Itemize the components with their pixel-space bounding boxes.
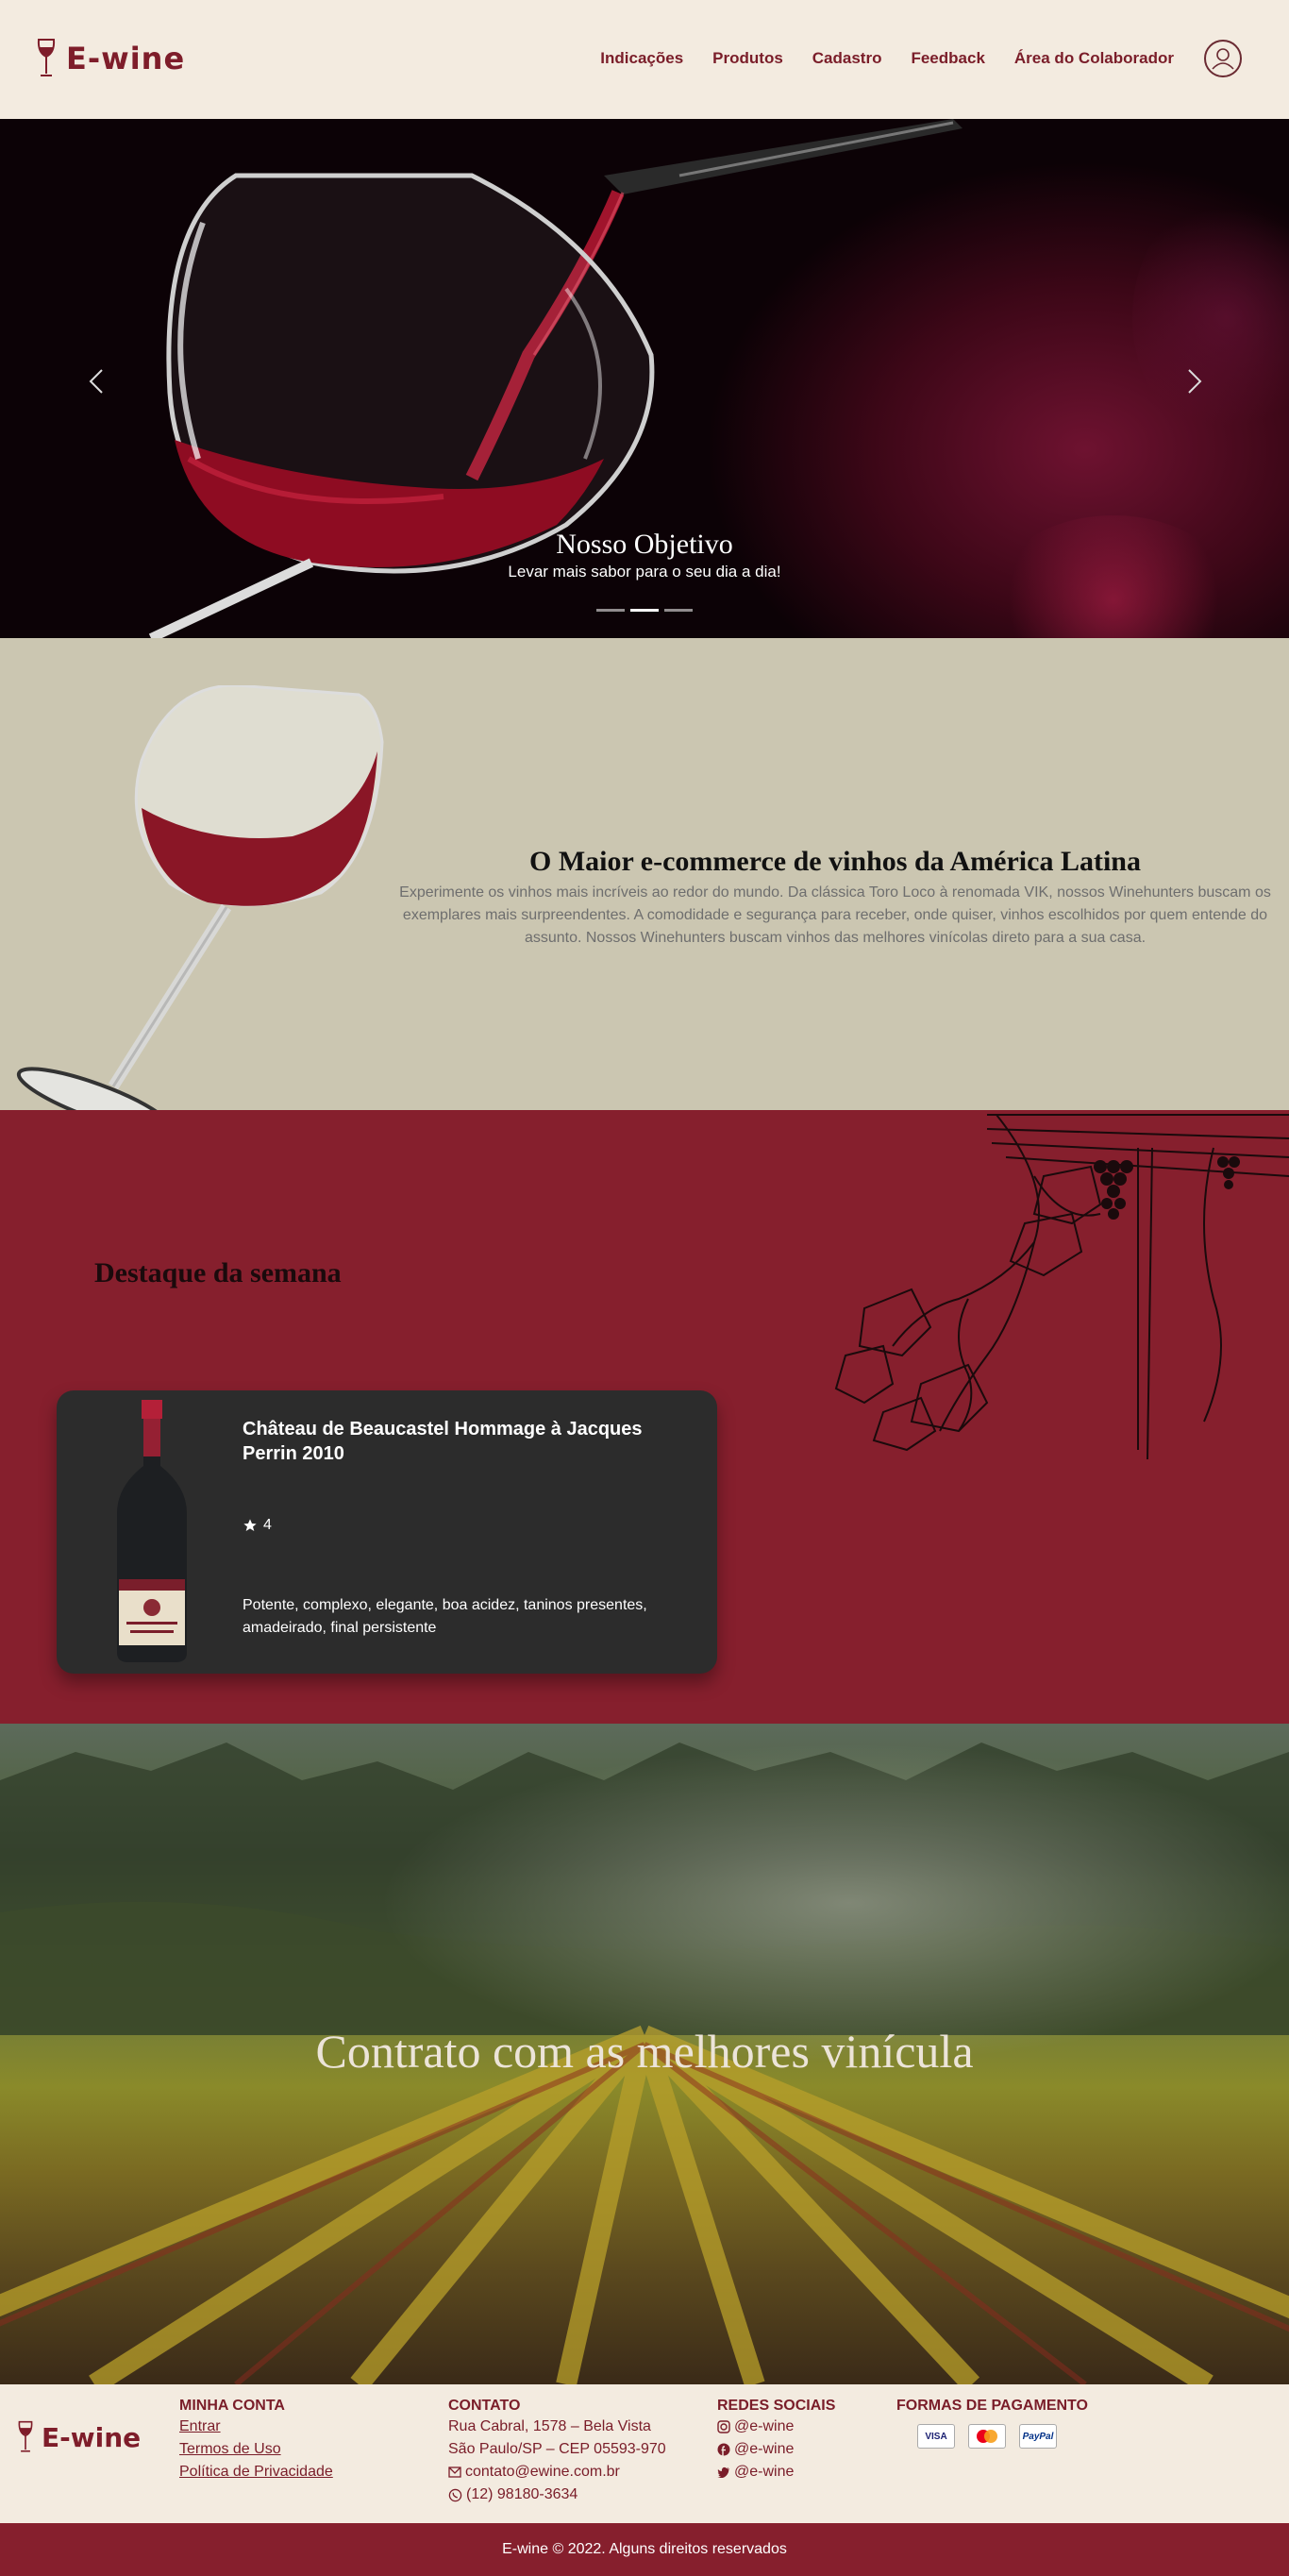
product-rating: 4 [243,1517,272,1534]
product-description: Potente, complexo, elegante, boa acidez,… [243,1597,647,1636]
nav-link-produtos[interactable]: Produtos [712,49,783,68]
carousel-indicator-2[interactable] [630,609,659,612]
payment-methods: VISA PayPal [917,2424,1088,2449]
footer-social-heading: REDES SOCIAIS [717,2398,836,2414]
carousel-indicator-3[interactable] [664,609,693,612]
footer-payment-heading: FORMAS DE PAGAMENTO [896,2398,1088,2414]
product-name: Château de Beaucastel Hommage à Jacques … [243,1419,643,1464]
copyright-bar: E-wine © 2022. Alguns direitos reservado… [0,2523,1289,2576]
footer-link-privacidade[interactable]: Política de Privacidade [179,2461,333,2483]
featured-section: Destaque da semana Château de Beaucastel… [0,1110,1289,1724]
grapevine-illustration [834,1114,1289,1460]
carousel-indicators [596,609,693,612]
wine-glass-logo-icon [37,39,56,76]
profile-button[interactable] [1204,40,1242,77]
carousel-next-arrow-icon[interactable] [1174,362,1212,400]
footer-contact-heading: CONTATO [448,2398,521,2414]
mastercard-icon [968,2424,1006,2449]
about-section: O Maior e-commerce de vinhos da América … [0,638,1289,1135]
footer-phone[interactable]: (12) 98180-3634 [448,2483,666,2506]
carousel-prev-arrow-icon[interactable] [79,362,117,400]
footer-payment-column: FORMAS DE PAGAMENTO VISA PayPal [896,2398,1088,2449]
footer-twitter-text: @e-wine [734,2464,795,2480]
footer-instagram-text: @e-wine [734,2418,795,2434]
main-nav: Indicações Produtos Cadastro Feedback Ár… [600,49,1174,68]
brand-logo[interactable]: E-wine [36,38,185,79]
footer-contact-column: CONTATO Rua Cabral, 1578 – Bela Vista Sã… [448,2398,666,2506]
wine-glass-logo-icon [18,2420,33,2452]
footer: E-wine MINHA CONTA Entrar Termos de Uso … [0,2384,1289,2523]
envelope-icon [448,2467,461,2478]
footer-brand-name: E-wine [42,2421,142,2453]
instagram-icon [717,2420,730,2433]
footer-email[interactable]: contato@ewine.com.br [448,2461,666,2483]
footer-email-text: contato@ewine.com.br [465,2464,620,2480]
nav-link-feedback[interactable]: Feedback [911,49,984,68]
nav-link-indicacoes[interactable]: Indicações [600,49,683,68]
star-icon [243,1519,257,1531]
whatsapp-icon [448,2488,462,2501]
wine-bottle-image [117,1400,187,1662]
footer-facebook[interactable]: @e-wine [717,2438,835,2461]
footer-address-line2: São Paulo/SP – CEP 05593-970 [448,2441,666,2457]
user-circle-icon [1212,48,1234,70]
twitter-icon [717,2467,729,2478]
fog-overlay [377,1743,1289,2063]
featured-product-card[interactable]: Château de Beaucastel Hommage à Jacques … [57,1390,717,1674]
facebook-icon [717,2443,730,2456]
hero-carousel: Nosso Objetivo Levar mais sabor para o s… [0,119,1289,638]
about-text: Experimente os vinhos mais incríveis ao … [399,884,1271,946]
paypal-icon: PayPal [1019,2424,1057,2449]
vineyard-banner: Contrato com as melhores vinícula [0,1724,1289,2384]
footer-logo[interactable]: E-wine [17,2418,141,2456]
footer-link-termos[interactable]: Termos de Uso [179,2438,333,2461]
footer-address-line1: Rua Cabral, 1578 – Bela Vista [448,2418,651,2434]
nav-link-area-colaborador[interactable]: Área do Colaborador [1014,49,1174,68]
footer-facebook-text: @e-wine [734,2441,795,2457]
mastercard-logo-icon [977,2430,997,2443]
footer-link-entrar[interactable]: Entrar [179,2416,333,2438]
featured-title: Destaque da semana [94,1257,342,1288]
brand-name: E-wine [66,41,186,76]
nav-link-cadastro[interactable]: Cadastro [812,49,882,68]
vineyard-title: Contrato com as melhores vinícula [315,2025,974,2078]
hero-caption: Nosso Objetivo Levar mais sabor para o s… [0,529,1289,581]
visa-card-icon: VISA [917,2424,955,2449]
carousel-indicator-1[interactable] [596,609,625,612]
footer-twitter[interactable]: @e-wine [717,2461,835,2483]
footer-account-heading: MINHA CONTA [179,2398,285,2414]
footer-phone-text: (12) 98180-3634 [466,2486,578,2502]
hero-subtitle: Levar mais sabor para o seu dia a dia! [508,563,781,581]
product-rating-value: 4 [263,1517,272,1533]
hero-title: Nosso Objetivo [556,529,733,560]
navbar: E-wine Indicações Produtos Cadastro Feed… [0,0,1289,119]
footer-social-column: REDES SOCIAIS @e-wine @e-wine @e-wine [717,2398,835,2483]
about-title: O Maior e-commerce de vinhos da América … [529,846,1141,877]
footer-instagram[interactable]: @e-wine [717,2416,835,2438]
footer-account-column: MINHA CONTA Entrar Termos de Uso Polític… [179,2398,333,2483]
